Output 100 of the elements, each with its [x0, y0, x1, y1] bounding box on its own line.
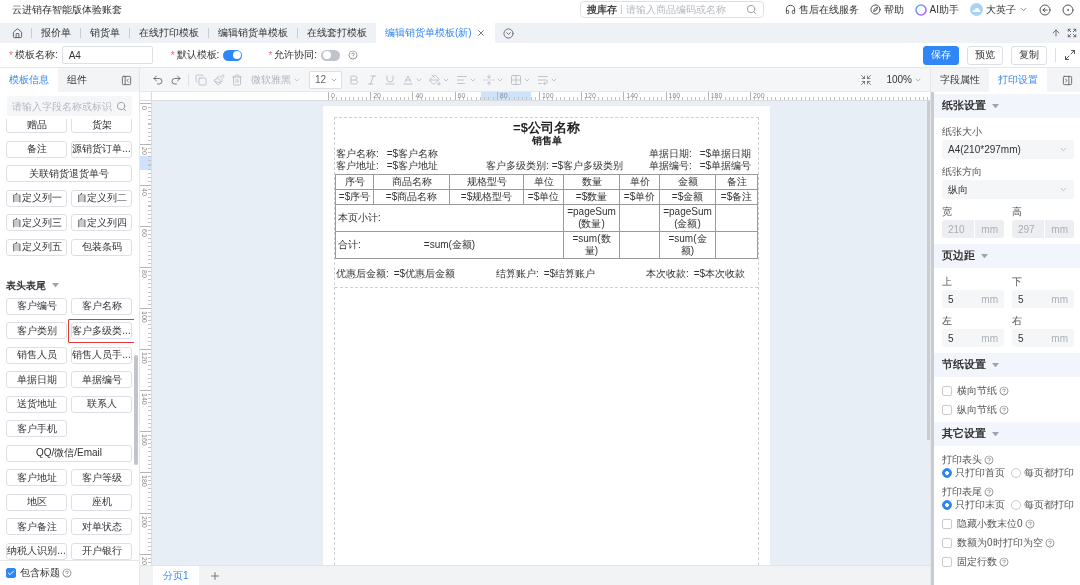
radio-button[interactable]: [942, 468, 952, 478]
help-icon[interactable]: [999, 386, 1009, 396]
field-button[interactable]: 开户银行: [71, 542, 132, 560]
delete-icon[interactable]: [231, 73, 243, 86]
circle-dot-icon[interactable]: [1062, 3, 1074, 16]
preview-button[interactable]: 预览: [967, 45, 1003, 65]
field-button[interactable]: 联系人: [71, 395, 132, 413]
italic-icon[interactable]: [366, 73, 379, 86]
checkbox[interactable]: [942, 386, 952, 396]
user-menu-button[interactable]: 大英子: [970, 2, 1028, 17]
section-header[interactable]: 表头表尾: [6, 278, 59, 293]
field-button[interactable]: 客户类别: [6, 322, 67, 339]
section-header[interactable]: 纸张设置: [934, 94, 1080, 118]
tab[interactable]: 销货单: [81, 23, 129, 43]
field-button[interactable]: 送货地址: [6, 395, 67, 413]
scrollbar-thumb[interactable]: [927, 101, 930, 440]
field-button[interactable]: 销售人员手...: [71, 346, 132, 364]
tab[interactable]: 在线打印模板: [130, 23, 208, 43]
tab[interactable]: 编辑销货单模板: [209, 23, 297, 43]
help-icon[interactable]: [984, 487, 994, 497]
panel-tab[interactable]: 模板信息: [0, 68, 58, 92]
field-button[interactable]: 客户名称: [71, 297, 132, 315]
zoom-select[interactable]: 100%: [886, 74, 922, 85]
radio-button[interactable]: [1011, 468, 1021, 478]
search-field[interactable]: 搜库存 请输入商品编码或名称: [579, 1, 764, 18]
section-header[interactable]: 页边距: [934, 244, 1080, 268]
help-icon[interactable]: [1024, 519, 1035, 529]
caret-icon[interactable]: [52, 283, 59, 288]
caret-icon[interactable]: [992, 362, 999, 368]
help-icon[interactable]: [1044, 538, 1055, 548]
home-icon[interactable]: [12, 27, 23, 39]
toggle-switch[interactable]: [321, 49, 341, 61]
copy-button[interactable]: 复制: [1011, 45, 1047, 65]
panel-tab[interactable]: 打印设置: [989, 68, 1047, 92]
field-button[interactable]: 自定义列四: [71, 214, 132, 231]
field-button[interactable]: 对单状态: [71, 518, 132, 535]
help-icon[interactable]: [984, 455, 994, 465]
align-left-icon[interactable]: [456, 73, 469, 86]
field-button[interactable]: 客户地址: [6, 469, 67, 486]
bold-icon[interactable]: [348, 73, 361, 86]
section-header[interactable]: 其它设置: [934, 422, 1080, 446]
format-painter-icon[interactable]: [213, 73, 225, 86]
search-icon[interactable]: [745, 4, 757, 15]
undo-icon[interactable]: [152, 73, 164, 86]
tab[interactable]: 编辑销货单模板(新): [376, 23, 495, 43]
field-button[interactable]: 客户多级类...: [71, 322, 132, 339]
font-color-icon[interactable]: [402, 73, 415, 86]
toggle-switch[interactable]: [223, 49, 243, 61]
panel-tab[interactable]: 组件: [58, 68, 96, 92]
checkbox[interactable]: [6, 568, 16, 578]
header-link[interactable]: 帮助: [869, 2, 904, 17]
field-button[interactable]: 自定义列五: [6, 238, 67, 256]
copy-icon[interactable]: [195, 73, 207, 86]
tab[interactable]: 报价单: [32, 23, 80, 43]
border-icon[interactable]: [510, 73, 523, 86]
panel-tab[interactable]: 字段属性: [931, 68, 989, 92]
fill-color-icon[interactable]: [429, 73, 442, 86]
field-button[interactable]: 地区: [6, 493, 67, 511]
field-button[interactable]: 客户备注: [6, 518, 67, 535]
select-field[interactable]: A4(210*297mm): [942, 140, 1074, 159]
field-button[interactable]: 纳税人识别...: [6, 542, 67, 560]
search-scope[interactable]: 搜库存: [586, 2, 617, 17]
help-icon[interactable]: [999, 405, 1009, 415]
field-button[interactable]: 自定义列三: [6, 214, 67, 231]
field-button[interactable]: 赠品: [6, 119, 67, 133]
field-button[interactable]: 包装条码: [71, 238, 132, 256]
arrow-left-circle-icon[interactable]: [1039, 3, 1051, 16]
collapse-panel-icon[interactable]: [121, 74, 132, 86]
caret-icon[interactable]: [992, 431, 999, 437]
radio-button[interactable]: [1011, 500, 1021, 510]
maximize-icon[interactable]: [1064, 49, 1076, 61]
search-icon[interactable]: [116, 100, 127, 112]
field-button[interactable]: 单据日期: [6, 371, 67, 388]
tab[interactable]: 在线套打模板: [298, 23, 376, 43]
field-button[interactable]: 源销货订单...: [71, 140, 132, 158]
field-button[interactable]: 客户等级: [71, 469, 132, 486]
field-button[interactable]: QQ/微信/Email: [6, 444, 132, 462]
wrap-text-icon[interactable]: [537, 73, 550, 86]
field-button[interactable]: 备注: [6, 140, 67, 158]
field-button[interactable]: 自定义列一: [6, 189, 67, 207]
field-button[interactable]: 座机: [71, 493, 132, 511]
field-button[interactable]: 关联销货退货单号: [6, 165, 132, 182]
add-icon[interactable]: [208, 569, 221, 582]
collapse-panel-icon[interactable]: [1062, 74, 1073, 86]
redo-icon[interactable]: [170, 73, 182, 86]
header-link[interactable]: AI助手: [914, 2, 959, 17]
section-header[interactable]: 节纸设置: [934, 353, 1080, 377]
checkbox[interactable]: [942, 557, 952, 567]
underline-icon[interactable]: [384, 73, 397, 86]
checkbox[interactable]: [942, 519, 952, 529]
field-button[interactable]: 单据编号: [71, 371, 132, 388]
select-field[interactable]: 纵向: [942, 180, 1074, 199]
field-button[interactable]: 客户编号: [6, 297, 67, 315]
arrow-up-icon[interactable]: [1051, 28, 1061, 38]
header-link[interactable]: 售后在线服务: [784, 2, 859, 17]
help-icon[interactable]: [62, 568, 72, 578]
checkbox[interactable]: [942, 538, 952, 548]
page-tab[interactable]: 分页1: [153, 566, 199, 585]
close-icon[interactable]: [475, 28, 486, 38]
field-button[interactable]: 客户手机: [6, 420, 67, 437]
